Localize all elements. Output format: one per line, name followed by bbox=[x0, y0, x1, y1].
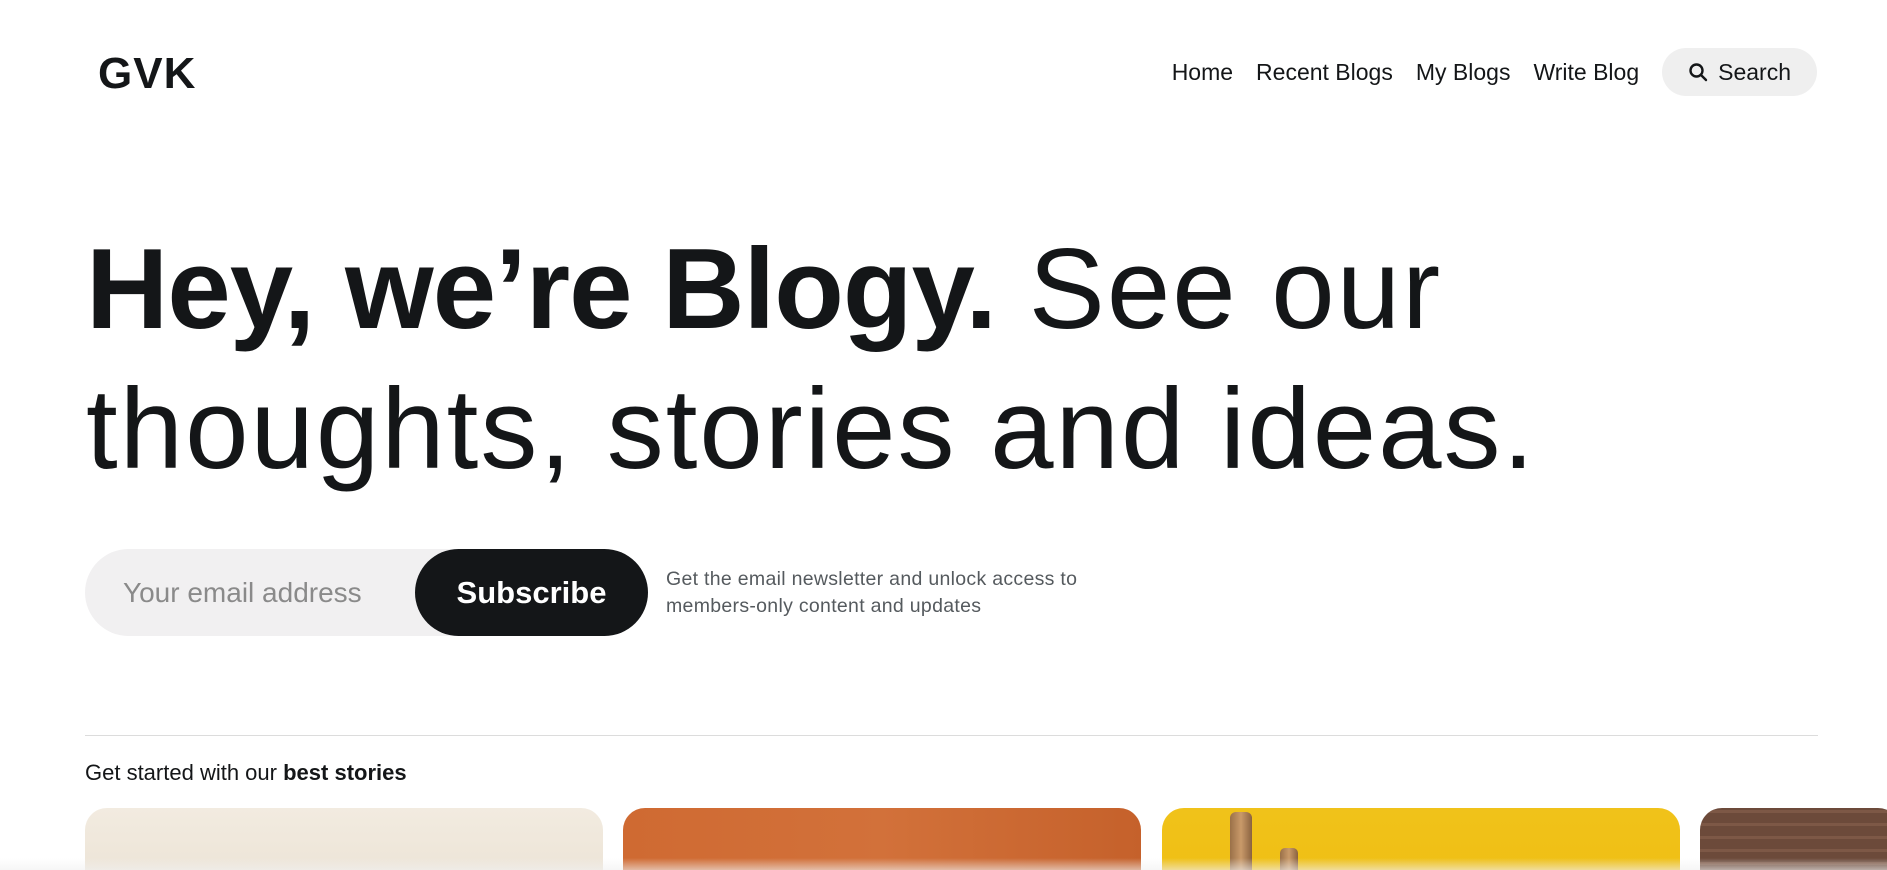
search-button[interactable]: Search bbox=[1662, 48, 1817, 96]
subscribe-button[interactable]: Subscribe bbox=[415, 549, 648, 636]
hero-heading: Hey, we’re Blogy. See our thoughts, stor… bbox=[86, 220, 1786, 500]
hero-light-text-2: thoughts, stories and ideas. bbox=[86, 366, 1537, 493]
best-stories-heading: Get started with our best stories bbox=[85, 760, 407, 786]
nav-my-blogs[interactable]: My Blogs bbox=[1416, 48, 1511, 96]
newsletter-note-line2: members-only content and updates bbox=[666, 595, 982, 617]
site-header: GVK Home Recent Blogs My Blogs Write Blo… bbox=[0, 0, 1887, 145]
site-logo[interactable]: GVK bbox=[98, 52, 196, 96]
main-nav: Home Recent Blogs My Blogs Write Blog Se… bbox=[1172, 48, 1817, 96]
newsletter-note-line1: Get the email newsletter and unlock acce… bbox=[666, 568, 1078, 590]
search-label: Search bbox=[1718, 58, 1791, 85]
email-input[interactable] bbox=[85, 549, 415, 636]
nav-write-blog[interactable]: Write Blog bbox=[1533, 48, 1639, 96]
section-divider bbox=[85, 735, 1818, 736]
bottom-edge bbox=[0, 858, 1887, 870]
nav-home[interactable]: Home bbox=[1172, 48, 1233, 96]
best-stories-bold: best stories bbox=[283, 760, 407, 785]
search-icon bbox=[1689, 63, 1708, 82]
page: GVK Home Recent Blogs My Blogs Write Blo… bbox=[0, 0, 1887, 870]
nav-recent-blogs[interactable]: Recent Blogs bbox=[1256, 48, 1393, 96]
hero-light-text-1: See our bbox=[1028, 226, 1443, 353]
best-stories-intro: Get started with our bbox=[85, 760, 277, 785]
subscribe-form: Subscribe bbox=[85, 549, 648, 636]
hero-bold-text: Hey, we’re Blogy. bbox=[86, 226, 997, 353]
newsletter-note: Get the email newsletter and unlock acce… bbox=[666, 566, 1136, 620]
